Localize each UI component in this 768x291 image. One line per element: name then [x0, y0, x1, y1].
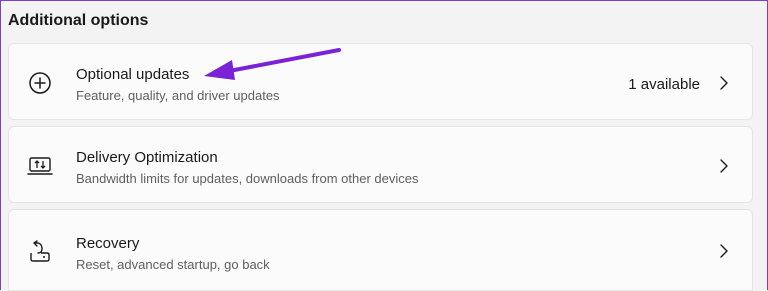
chevron-right-icon	[718, 243, 730, 259]
option-optional-updates[interactable]: Optional updates Feature, quality, and d…	[8, 43, 753, 120]
option-subtitle: Bandwidth limits for updates, downloads …	[76, 171, 419, 186]
recovery-icon	[27, 239, 53, 265]
option-delivery-optimization[interactable]: Delivery Optimization Bandwidth limits f…	[8, 126, 753, 203]
option-subtitle: Feature, quality, and driver updates	[76, 88, 280, 103]
option-subtitle: Reset, advanced startup, go back	[76, 257, 270, 272]
delivery-optimization-icon	[27, 153, 53, 179]
option-recovery[interactable]: Recovery Reset, advanced startup, go bac…	[8, 209, 753, 291]
option-title: Recovery	[76, 235, 140, 252]
plus-circle-icon	[27, 70, 53, 96]
chevron-right-icon	[718, 75, 730, 91]
available-count: 1 available	[628, 76, 700, 93]
section-title: Additional options	[8, 12, 149, 29]
option-title: Delivery Optimization	[76, 149, 218, 166]
annotation-arrow-icon	[204, 48, 341, 80]
option-title: Optional updates	[76, 66, 190, 83]
chevron-right-icon	[718, 158, 730, 174]
